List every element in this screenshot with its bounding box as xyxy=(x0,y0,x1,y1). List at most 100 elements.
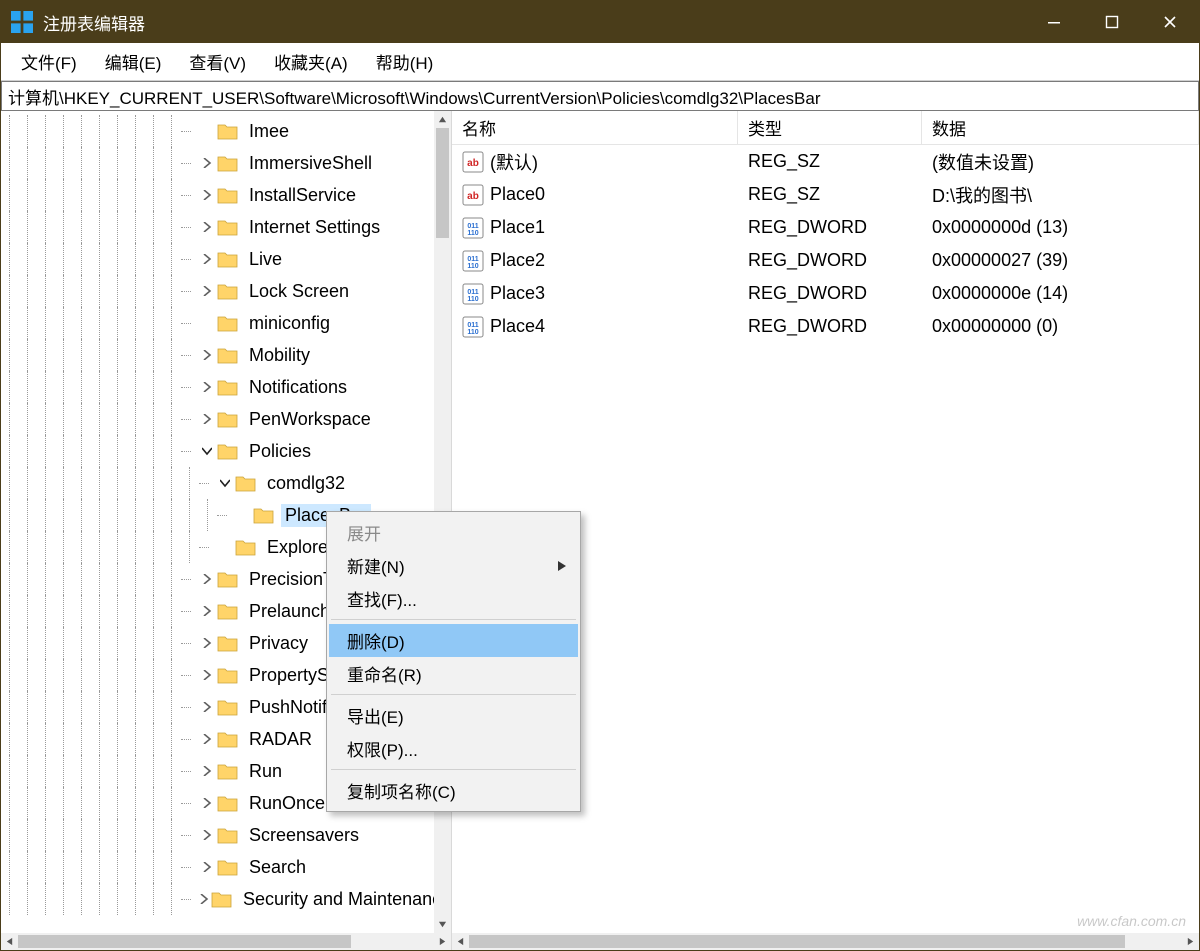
folder-icon xyxy=(217,698,239,716)
chevron-right-icon[interactable] xyxy=(199,411,215,427)
tree-item[interactable]: Internet Settings xyxy=(1,211,434,243)
context-menu-item[interactable]: 重命名(R) xyxy=(329,657,578,690)
menu-help[interactable]: 帮助(H) xyxy=(362,43,448,80)
tree-item[interactable]: miniconfig xyxy=(1,307,434,339)
chevron-right-icon[interactable] xyxy=(199,763,215,779)
menu-fav[interactable]: 收藏夹(A) xyxy=(260,43,362,80)
menu-edit[interactable]: 编辑(E) xyxy=(91,43,176,80)
chevron-right-icon[interactable] xyxy=(199,219,215,235)
chevron-right-icon[interactable] xyxy=(199,603,215,619)
list-row[interactable]: Place4REG_DWORD0x00000000 (0) xyxy=(452,310,1199,343)
folder-icon xyxy=(217,282,239,300)
chevron-right-icon[interactable] xyxy=(199,155,215,171)
chevron-right-icon[interactable] xyxy=(199,699,215,715)
scroll-thumb[interactable] xyxy=(469,935,1125,948)
context-menu-item[interactable]: 删除(D) xyxy=(329,624,578,657)
tree-item[interactable]: comdlg32 xyxy=(1,467,434,499)
content: Imee ImmersiveShellInstallServiceInternet… xyxy=(1,111,1199,950)
folder-icon xyxy=(217,570,239,588)
col-header-name[interactable]: 名称 xyxy=(452,111,738,144)
menu-separator xyxy=(331,694,576,695)
tree-item[interactable]: PenWorkspace xyxy=(1,403,434,435)
tree-item-label: Prelaunch xyxy=(245,600,334,623)
chevron-right-icon[interactable] xyxy=(199,827,215,843)
tree-item[interactable]: ImmersiveShell xyxy=(1,147,434,179)
tree-horizontal-scrollbar[interactable] xyxy=(1,933,451,950)
context-menu-label: 新建(N) xyxy=(347,553,405,578)
tree-item[interactable]: Notifications xyxy=(1,371,434,403)
tree-item[interactable]: Policies xyxy=(1,435,434,467)
scroll-up-button[interactable] xyxy=(434,111,451,128)
context-menu-label: 复制项名称(C) xyxy=(347,778,456,803)
tree-item-label: Imee xyxy=(245,120,293,143)
value-type: REG_SZ xyxy=(738,145,922,178)
tree-item-label: Live xyxy=(245,248,286,271)
scroll-left-button[interactable] xyxy=(1,933,18,950)
tree-item[interactable]: Mobility xyxy=(1,339,434,371)
maximize-button[interactable] xyxy=(1083,1,1141,43)
chevron-right-icon[interactable] xyxy=(199,731,215,747)
chevron-right-icon[interactable] xyxy=(199,859,215,875)
dword-value-icon xyxy=(462,217,484,239)
menu-file[interactable]: 文件(F) xyxy=(7,43,91,80)
menu-separator xyxy=(331,619,576,620)
menu-view[interactable]: 查看(V) xyxy=(175,43,260,80)
folder-icon xyxy=(217,858,239,876)
submenu-arrow-icon xyxy=(558,556,566,576)
scroll-right-button[interactable] xyxy=(434,933,451,950)
address-bar[interactable]: 计算机\HKEY_CURRENT_USER\Software\Microsoft… xyxy=(1,81,1199,111)
chevron-right-icon[interactable] xyxy=(199,635,215,651)
chevron-right-icon[interactable] xyxy=(199,283,215,299)
list-row[interactable]: (默认)REG_SZ(数值未设置) xyxy=(452,145,1199,178)
tree-item[interactable]: Screensavers xyxy=(1,819,434,851)
context-menu-item[interactable]: 导出(E) xyxy=(329,699,578,732)
close-button[interactable] xyxy=(1141,1,1199,43)
folder-icon xyxy=(217,602,239,620)
chevron-right-icon[interactable] xyxy=(199,379,215,395)
scroll-down-button[interactable] xyxy=(434,916,451,933)
context-menu-item[interactable]: 权限(P)... xyxy=(329,732,578,765)
chevron-right-icon[interactable] xyxy=(199,571,215,587)
list-row[interactable]: Place2REG_DWORD0x00000027 (39) xyxy=(452,244,1199,277)
context-menu-item[interactable]: 复制项名称(C) xyxy=(329,774,578,807)
value-type: REG_DWORD xyxy=(738,211,922,244)
regedit-icon xyxy=(11,11,33,33)
folder-icon xyxy=(217,346,239,364)
scroll-thumb[interactable] xyxy=(436,128,449,238)
tree-item[interactable]: Security and Maintenance xyxy=(1,883,434,915)
string-value-icon xyxy=(462,184,484,206)
chevron-right-icon[interactable] xyxy=(199,795,215,811)
col-header-type[interactable]: 类型 xyxy=(738,111,922,144)
col-header-data[interactable]: 数据 xyxy=(922,111,1199,144)
context-menu-label: 展开 xyxy=(347,520,381,545)
chevron-right-icon[interactable] xyxy=(199,187,215,203)
tree-item[interactable]: Search xyxy=(1,851,434,883)
tree-item[interactable]: InstallService xyxy=(1,179,434,211)
list-row[interactable]: Place0REG_SZD:\我的图书\ xyxy=(452,178,1199,211)
context-menu-item[interactable]: 新建(N) xyxy=(329,549,578,582)
list-row[interactable]: Place3REG_DWORD0x0000000e (14) xyxy=(452,277,1199,310)
scroll-left-button[interactable] xyxy=(452,933,469,950)
tree-item[interactable]: Live xyxy=(1,243,434,275)
scroll-thumb[interactable] xyxy=(18,935,351,948)
titlebar[interactable]: 注册表编辑器 xyxy=(1,1,1199,43)
expander-placeholder xyxy=(235,507,251,523)
tree-item[interactable]: Imee xyxy=(1,115,434,147)
chevron-right-icon[interactable] xyxy=(199,251,215,267)
scroll-right-button[interactable] xyxy=(1182,933,1199,950)
dword-value-icon xyxy=(462,283,484,305)
context-menu-item[interactable]: 查找(F)... xyxy=(329,582,578,615)
minimize-button[interactable] xyxy=(1025,1,1083,43)
folder-icon xyxy=(217,218,239,236)
chevron-down-icon[interactable] xyxy=(217,475,233,491)
tree-item[interactable]: Lock Screen xyxy=(1,275,434,307)
chevron-right-icon[interactable] xyxy=(199,347,215,363)
chevron-right-icon[interactable] xyxy=(199,667,215,683)
chevron-right-icon[interactable] xyxy=(199,891,209,907)
chevron-down-icon[interactable] xyxy=(199,443,215,459)
value-data: 0x0000000e (14) xyxy=(922,277,1199,310)
expander-placeholder xyxy=(217,539,233,555)
list-row[interactable]: Place1REG_DWORD0x0000000d (13) xyxy=(452,211,1199,244)
tree-item-label: RADAR xyxy=(245,728,316,751)
list-horizontal-scrollbar[interactable] xyxy=(452,933,1199,950)
